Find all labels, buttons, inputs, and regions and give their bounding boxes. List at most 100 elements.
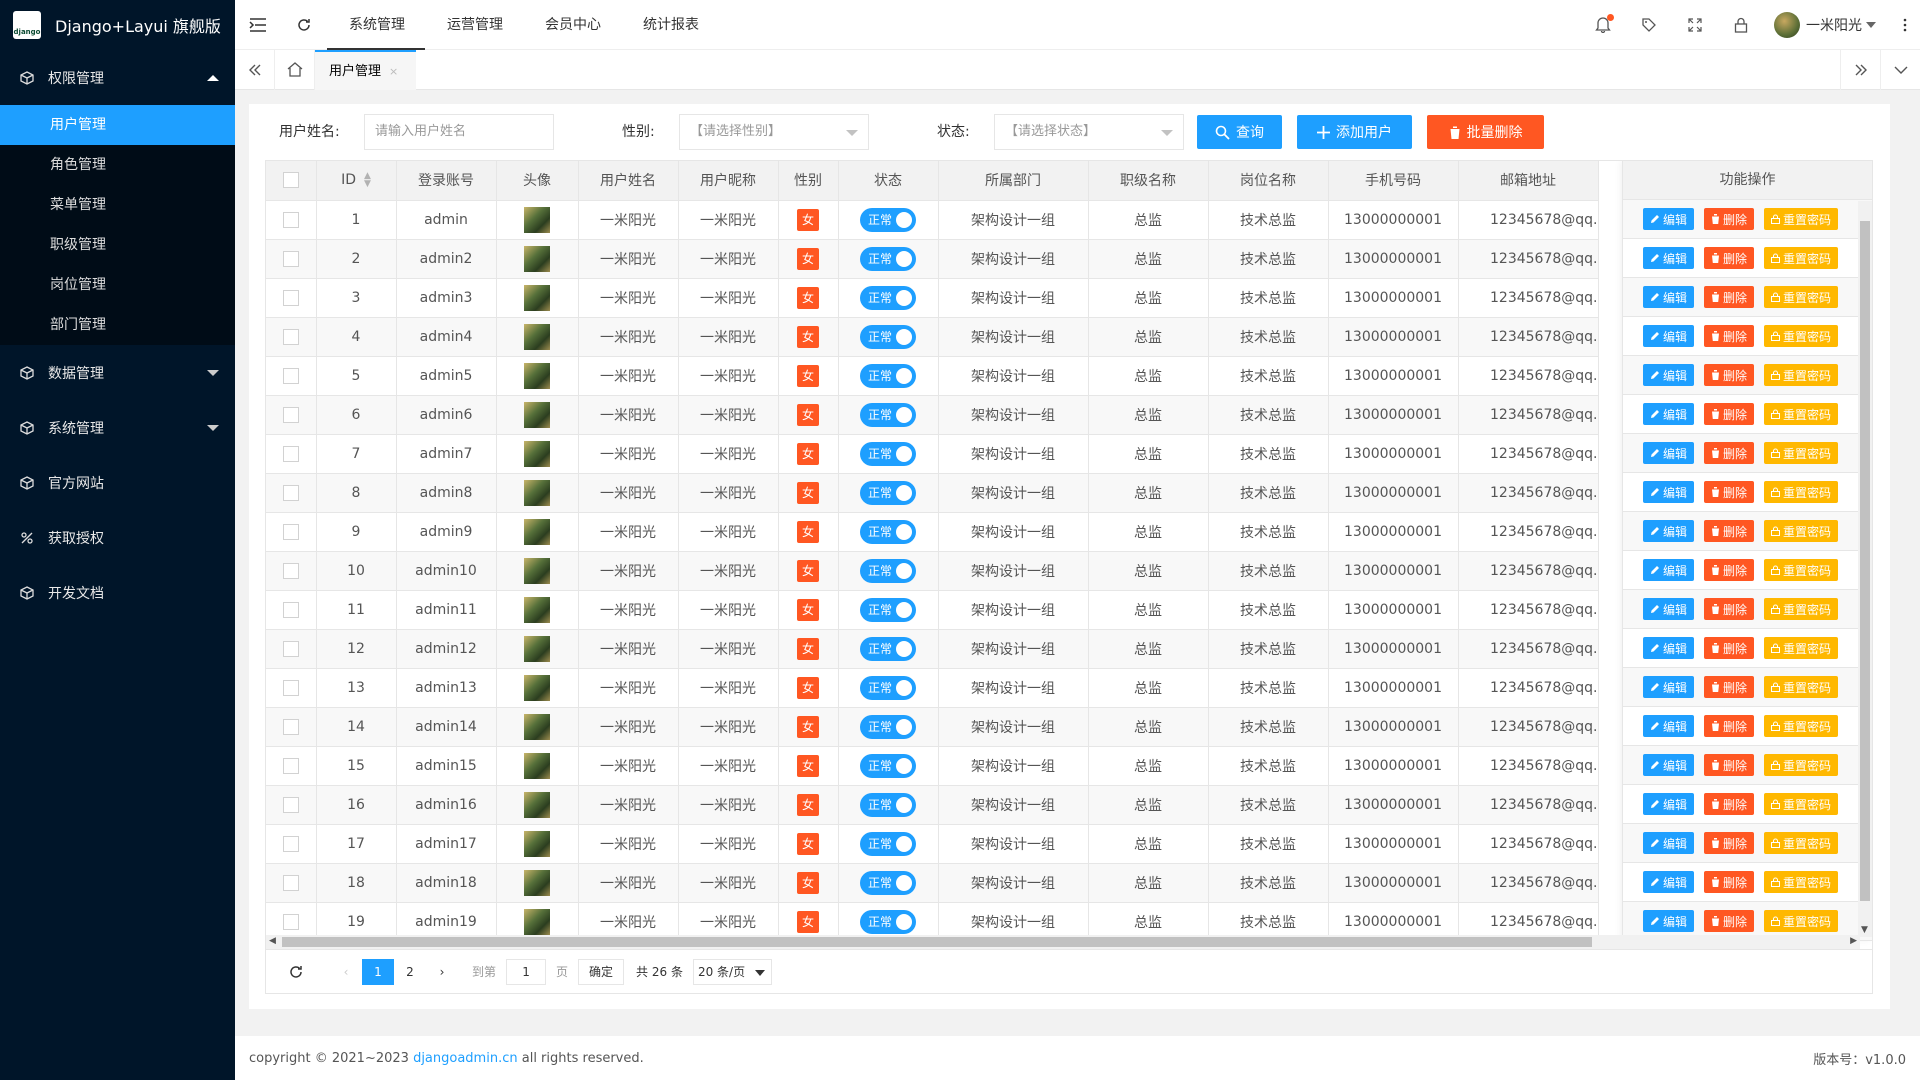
- row-checkbox[interactable]: [282, 523, 299, 540]
- reset-password-button[interactable]: 重置密码: [1764, 442, 1839, 464]
- edit-button[interactable]: 编辑: [1643, 325, 1695, 347]
- avatar[interactable]: [524, 635, 550, 662]
- edit-button[interactable]: 编辑: [1643, 598, 1695, 620]
- edit-button[interactable]: 编辑: [1643, 715, 1695, 737]
- sort-icon[interactable]: ▲ ▼: [364, 172, 371, 189]
- vertical-scrollbar[interactable]: ▼: [1858, 201, 1872, 937]
- edit-button[interactable]: 编辑: [1643, 793, 1695, 815]
- table-row[interactable]: 10 admin10 一米阳光 一米阳光女正常 架构设计一组 总监 技术总监 13000000…: [266, 551, 1599, 591]
- status-toggle[interactable]: 正常: [860, 558, 916, 583]
- edit-button[interactable]: 编辑: [1643, 403, 1695, 425]
- header-menu-operation[interactable]: 运营管理: [425, 0, 523, 50]
- table-row[interactable]: 9 admin9 一米阳光 一米阳光女正常 架构设计一组 总监 技术总监 1300000000…: [266, 512, 1599, 552]
- tabs-scroll-right-icon[interactable]: [1840, 49, 1880, 90]
- page-2[interactable]: 2: [394, 959, 426, 985]
- table-row[interactable]: 6 admin6 一米阳光 一米阳光女正常 架构设计一组 总监 技术总监 1300000000…: [266, 395, 1599, 435]
- row-checkbox[interactable]: [282, 796, 299, 813]
- delete-button[interactable]: 删除: [1704, 442, 1755, 464]
- status-toggle[interactable]: 正常: [860, 519, 916, 544]
- reset-password-button[interactable]: 重置密码: [1764, 637, 1839, 659]
- row-checkbox[interactable]: [282, 250, 299, 267]
- avatar[interactable]: [524, 401, 550, 428]
- add-user-button[interactable]: 添加用户: [1297, 115, 1412, 149]
- scroll-left-icon[interactable]: ◀: [269, 936, 276, 946]
- delete-button[interactable]: 删除: [1704, 910, 1755, 932]
- avatar[interactable]: [524, 440, 550, 467]
- row-checkbox[interactable]: [282, 211, 299, 228]
- row-checkbox[interactable]: [282, 289, 299, 306]
- edit-button[interactable]: 编辑: [1643, 364, 1695, 386]
- delete-button[interactable]: 删除: [1704, 754, 1755, 776]
- row-checkbox[interactable]: [282, 562, 299, 579]
- reset-password-button[interactable]: 重置密码: [1764, 832, 1839, 854]
- reset-password-button[interactable]: 重置密码: [1764, 208, 1839, 230]
- page-size-select[interactable]: 20 条/页: [692, 958, 773, 985]
- edit-button[interactable]: 编辑: [1643, 910, 1695, 932]
- header-menu-report[interactable]: 统计报表: [621, 0, 719, 50]
- delete-button[interactable]: 删除: [1704, 832, 1755, 854]
- edit-button[interactable]: 编辑: [1643, 442, 1695, 464]
- scroll-down-icon[interactable]: ▼: [1861, 925, 1868, 935]
- delete-button[interactable]: 删除: [1704, 793, 1755, 815]
- reset-password-button[interactable]: 重置密码: [1764, 871, 1839, 893]
- edit-button[interactable]: 编辑: [1643, 286, 1695, 308]
- status-toggle[interactable]: 正常: [860, 402, 916, 427]
- tabs-scroll-left-icon[interactable]: [235, 49, 275, 90]
- refresh-icon[interactable]: [281, 0, 327, 50]
- table-row[interactable]: 12 admin12 一米阳光 一米阳光女正常 架构设计一组 总监 技术总监 13000000…: [266, 629, 1599, 669]
- table-row[interactable]: 5 admin5 一米阳光 一米阳光女正常 架构设计一组 总监 技术总监 1300000000…: [266, 356, 1599, 396]
- edit-button[interactable]: 编辑: [1643, 832, 1695, 854]
- sidebar-item-user[interactable]: 用户管理: [0, 105, 235, 145]
- table-row[interactable]: 3 admin3 一米阳光 一米阳光女正常 架构设计一组 总监 技术总监 1300000000…: [266, 278, 1599, 318]
- table-row[interactable]: 15 admin15 一米阳光 一米阳光女正常 架构设计一组 总监 技术总监 13000000…: [266, 746, 1599, 786]
- reset-password-button[interactable]: 重置密码: [1764, 520, 1839, 542]
- reset-password-button[interactable]: 重置密码: [1764, 403, 1839, 425]
- goto-confirm-button[interactable]: 确定: [578, 958, 625, 985]
- table-row[interactable]: 14 admin14 一米阳光 一米阳光女正常 架构设计一组 总监 技术总监 13000000…: [266, 707, 1599, 747]
- status-toggle[interactable]: 正常: [860, 480, 916, 505]
- edit-button[interactable]: 编辑: [1643, 754, 1695, 776]
- next-page-icon[interactable]: ›: [426, 959, 458, 985]
- status-toggle[interactable]: 正常: [860, 285, 916, 310]
- delete-button[interactable]: 删除: [1704, 637, 1755, 659]
- row-checkbox[interactable]: [282, 679, 299, 696]
- sidebar-item-level[interactable]: 职级管理: [0, 225, 235, 265]
- scroll-right-icon[interactable]: ▶: [1850, 936, 1857, 946]
- table-row[interactable]: 4 admin4 一米阳光 一米阳光女正常 架构设计一组 总监 技术总监 1300000000…: [266, 317, 1599, 357]
- edit-button[interactable]: 编辑: [1643, 637, 1695, 659]
- avatar[interactable]: [524, 752, 550, 779]
- delete-button[interactable]: 删除: [1704, 676, 1755, 698]
- row-checkbox[interactable]: [282, 328, 299, 345]
- status-toggle[interactable]: 正常: [860, 636, 916, 661]
- status-toggle[interactable]: 正常: [860, 831, 916, 856]
- reset-password-button[interactable]: 重置密码: [1764, 754, 1839, 776]
- more-vertical-icon[interactable]: [1890, 0, 1920, 50]
- row-checkbox[interactable]: [282, 484, 299, 501]
- avatar[interactable]: [524, 557, 550, 584]
- goto-page-input[interactable]: 1: [506, 958, 547, 985]
- status-toggle[interactable]: 正常: [860, 363, 916, 388]
- gender-select[interactable]: 【请选择性别】: [679, 114, 869, 150]
- avatar[interactable]: [524, 830, 550, 857]
- delete-button[interactable]: 删除: [1704, 481, 1755, 503]
- nav-website[interactable]: 官方网站: [0, 455, 235, 510]
- home-icon[interactable]: [275, 49, 315, 90]
- delete-button[interactable]: 删除: [1704, 871, 1755, 893]
- table-row[interactable]: 13 admin13 一米阳光 一米阳光女正常 架构设计一组 总监 技术总监 13000000…: [266, 668, 1599, 708]
- row-checkbox[interactable]: [282, 640, 299, 657]
- avatar[interactable]: [524, 284, 550, 311]
- nav-docs[interactable]: 开发文档: [0, 565, 235, 620]
- row-checkbox[interactable]: [282, 835, 299, 852]
- refresh-icon[interactable]: [286, 962, 306, 982]
- table-row[interactable]: 18 admin18 一米阳光 一米阳光女正常 架构设计一组 总监 技术总监 13000000…: [266, 863, 1599, 903]
- reset-password-button[interactable]: 重置密码: [1764, 598, 1839, 620]
- sidebar-item-role[interactable]: 角色管理: [0, 145, 235, 185]
- lock-icon[interactable]: [1718, 0, 1764, 50]
- delete-button[interactable]: 删除: [1704, 559, 1755, 581]
- nav-license[interactable]: 获取授权: [0, 510, 235, 565]
- sidebar-item-menu[interactable]: 菜单管理: [0, 185, 235, 225]
- status-toggle[interactable]: 正常: [860, 909, 916, 934]
- sidebar-toggle-icon[interactable]: [235, 0, 281, 50]
- reset-password-button[interactable]: 重置密码: [1764, 715, 1839, 737]
- horizontal-scroll-thumb[interactable]: [282, 937, 1592, 947]
